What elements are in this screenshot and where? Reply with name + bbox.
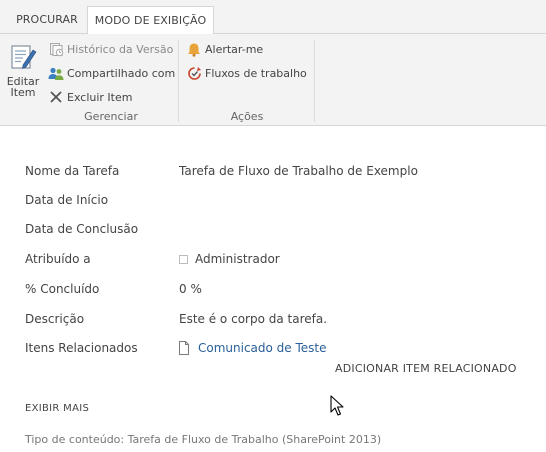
show-more-link[interactable]: EXIBIR MAIS bbox=[25, 403, 89, 414]
people-icon bbox=[48, 65, 64, 81]
workflow-icon bbox=[186, 65, 202, 81]
group-label-gerenciar: Gerenciar bbox=[84, 110, 138, 123]
group-separator-end bbox=[314, 40, 315, 122]
field-label: Nome da Tarefa bbox=[25, 164, 120, 178]
version-history-button[interactable]: Histórico da Versão bbox=[48, 38, 173, 60]
group-separator bbox=[178, 40, 179, 122]
field-value-assigned: Administrador bbox=[179, 248, 280, 270]
field-row-percent-complete: % Concluído 0 % bbox=[25, 278, 545, 300]
field-label: Descrição bbox=[25, 312, 85, 326]
shared-with-button[interactable]: Compartilhado com bbox=[48, 62, 175, 84]
tab-modo-de-exibicao[interactable]: MODO DE EXIBIÇÃO bbox=[87, 6, 214, 35]
field-row-assigned-to: Atribuído a Administrador bbox=[25, 248, 545, 270]
ribbon: Editar Item Histórico da Versão Comparti… bbox=[0, 34, 546, 126]
delete-item-button[interactable]: Excluir Item bbox=[48, 86, 132, 108]
field-row-start-date: Data de Início bbox=[25, 189, 545, 211]
version-history-icon bbox=[48, 41, 64, 57]
field-label: Atribuído a bbox=[25, 252, 91, 266]
field-label: Data de Início bbox=[25, 193, 109, 207]
field-label: Itens Relacionados bbox=[25, 341, 138, 355]
field-value-related: Comunicado de Teste bbox=[179, 337, 327, 359]
field-row-task-name: Nome da Tarefa Tarefa de Fluxo de Trabal… bbox=[25, 160, 545, 182]
group-label-acoes: Ações bbox=[230, 110, 264, 123]
ribbon-tab-bar: PROCURAR MODO DE EXIBIÇÃO bbox=[0, 0, 546, 35]
field-label: % Concluído bbox=[25, 282, 100, 296]
edit-document-icon bbox=[9, 45, 37, 75]
assigned-user-name[interactable]: Administrador bbox=[195, 248, 280, 270]
edit-item-label-line2: Item bbox=[10, 86, 36, 99]
field-value: Este é o corpo da tarefa. bbox=[179, 312, 328, 326]
add-related-item-link[interactable]: ADICIONAR ITEM RELACIONADO bbox=[335, 362, 517, 375]
version-history-label: Histórico da Versão bbox=[67, 42, 174, 56]
related-item-link[interactable]: Comunicado de Teste bbox=[198, 337, 327, 359]
delete-item-label: Excluir Item bbox=[67, 90, 133, 104]
mouse-pointer-icon bbox=[330, 395, 346, 417]
document-icon bbox=[178, 341, 190, 355]
workflows-label: Fluxos de trabalho bbox=[205, 66, 307, 80]
tab-procurar[interactable]: PROCURAR bbox=[7, 6, 87, 34]
presence-checkbox[interactable] bbox=[179, 254, 188, 264]
alert-me-label: Alertar-me bbox=[205, 42, 264, 56]
field-value: Tarefa de Fluxo de Trabalho de Exemplo bbox=[179, 164, 418, 178]
shared-with-label: Compartilhado com bbox=[67, 66, 176, 80]
alert-me-button[interactable]: Alertar-me bbox=[186, 38, 263, 60]
delete-x-icon bbox=[48, 89, 64, 105]
content-type-label: Tipo de conteúdo: Tarefa de Fluxo de Tra… bbox=[25, 433, 382, 446]
workflows-button[interactable]: Fluxos de trabalho bbox=[186, 62, 307, 84]
bell-icon bbox=[186, 41, 202, 57]
field-row-description: Descrição Este é o corpo da tarefa. bbox=[25, 308, 545, 330]
field-row-due-date: Data de Conclusão bbox=[25, 218, 545, 240]
field-label: Data de Conclusão bbox=[25, 222, 139, 236]
edit-item-button[interactable]: Editar Item bbox=[4, 42, 42, 102]
field-value: 0 % bbox=[179, 282, 202, 296]
field-row-related-items: Itens Relacionados Comunicado de Teste bbox=[25, 337, 545, 359]
